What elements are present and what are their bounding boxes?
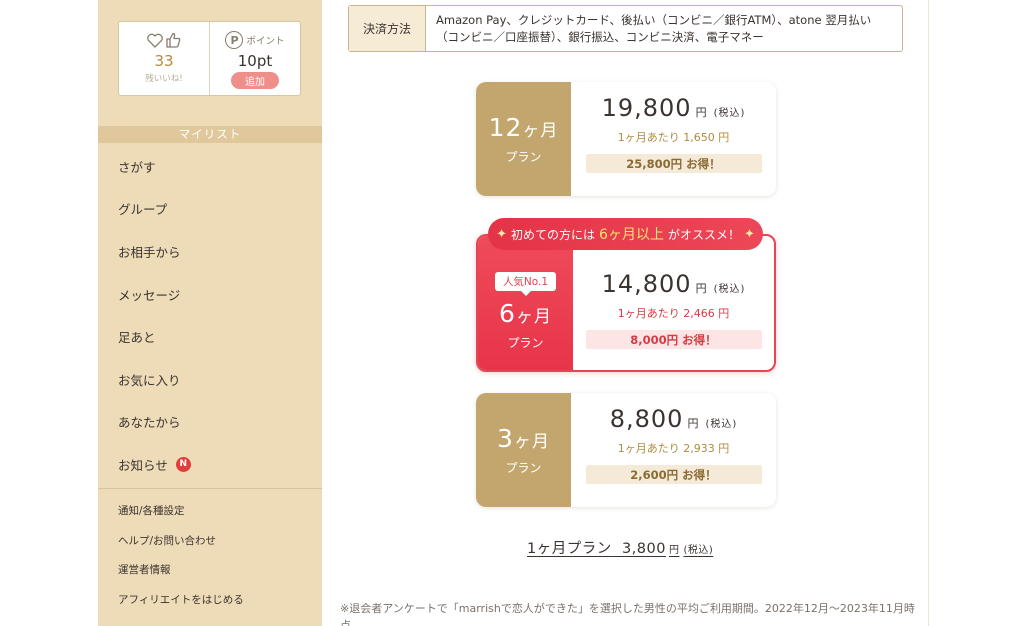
likes-panel[interactable]: 33 残いいね! bbox=[119, 22, 209, 95]
plan-price: 8,800 円 (税込) bbox=[609, 405, 738, 433]
points-panel: P ポイント 10pt 追加 bbox=[209, 22, 300, 95]
divider bbox=[98, 488, 322, 489]
plan-price-block: 14,800 円 (税込) 1ヶ月あたり 2,466 円 8,000円 お得！ bbox=[573, 236, 774, 370]
payment-methods-list: Amazon Pay、クレジットカード、後払い（コンビニ／銀行ATM）、aton… bbox=[436, 13, 872, 44]
plan-label-block: 人気No.1 6ヶ月 プラン bbox=[478, 236, 573, 370]
plan-savings: 25,800円 お得！ bbox=[585, 154, 762, 173]
sidebar-item-label: お知らせ bbox=[118, 457, 168, 473]
points-header: P ポイント bbox=[225, 30, 285, 50]
one-month-plan-link[interactable]: 1ヶ月プラン 3,800 円 (税込) bbox=[527, 537, 713, 558]
plan-word: プラン bbox=[505, 150, 542, 164]
sidebar-item-from-you[interactable]: あなたから bbox=[98, 401, 322, 444]
sidebar-item-favorites[interactable]: お気に入り bbox=[98, 358, 322, 401]
thumbs-up-icon bbox=[166, 32, 181, 48]
plan-per-month: 1ヶ月あたり 2,466 円 bbox=[617, 307, 730, 320]
link-help-contact[interactable]: ヘルプ/お問い合わせ bbox=[98, 526, 322, 556]
payment-methods-table: 決済方法 Amazon Pay、クレジットカード、後払い（コンビニ／銀行ATM）… bbox=[348, 5, 903, 52]
payment-methods-heading: 決済方法 bbox=[349, 6, 426, 51]
heart-icon bbox=[147, 33, 163, 48]
sidebar: 33 残いいね! P ポイント 10pt 追加 マイリスト さがす グループ お… bbox=[98, 0, 322, 626]
sidebar-item-label: さがす bbox=[118, 159, 156, 175]
point-icon: P bbox=[225, 31, 244, 49]
sidebar-item-label: 足あと bbox=[118, 330, 156, 346]
link-notification-settings[interactable]: 通知/各種設定 bbox=[98, 496, 322, 526]
sparkle-icon: ✦ bbox=[496, 226, 508, 242]
sidebar-item-messages[interactable]: メッセージ bbox=[98, 273, 322, 316]
sidebar-item-from-partner[interactable]: お相手から bbox=[98, 230, 322, 273]
likes-count: 33 bbox=[154, 52, 174, 70]
link-affiliate[interactable]: アフィリエイトをはじめる bbox=[98, 585, 322, 615]
points-label: ポイント bbox=[246, 36, 285, 47]
likes-caption: 残いいね! bbox=[145, 74, 183, 84]
plan-price-block: 8,800 円 (税込) 1ヶ月あたり 2,933 円 2,600円 お得！ bbox=[571, 393, 776, 507]
sidebar-item-label: メッセージ bbox=[118, 287, 181, 303]
add-points-button[interactable]: 追加 bbox=[231, 72, 279, 89]
plan-card-6-months[interactable]: 人気No.1 6ヶ月 プラン 14,800 円 (税込) 1ヶ月あたり 2,466 … bbox=[476, 234, 776, 372]
plan-card-12-months[interactable]: 12ヶ月 プラン 19,800 円 (税込) 1ヶ月あたり 1,650 円 25,8… bbox=[476, 82, 776, 196]
plan-duration: 6ヶ月 bbox=[499, 299, 552, 328]
plan-savings: 2,600円 お得！ bbox=[585, 465, 762, 484]
link-operator-info[interactable]: 運営者情報 bbox=[98, 555, 322, 585]
recommend-prefix: 初めての方には bbox=[511, 227, 596, 242]
plan-savings: 8,000円 お得！ bbox=[585, 330, 762, 349]
plan-card-3-months[interactable]: 3ヶ月 プラン 8,800 円 (税込) 1ヶ月あたり 2,933 円 2,600円… bbox=[476, 393, 776, 507]
new-badge: N bbox=[175, 456, 191, 472]
like-icons bbox=[147, 30, 181, 50]
stats-card: 33 残いいね! P ポイント 10pt 追加 bbox=[118, 21, 301, 96]
footnote: ※退会者アンケートで「marrishで恋人ができた」を選択した男性の平均ご利用期… bbox=[340, 602, 915, 626]
plan-duration: 12ヶ月 bbox=[488, 113, 559, 142]
sidebar-item-label: お気に入り bbox=[118, 372, 181, 388]
content-border bbox=[928, 0, 929, 626]
plan-label-block: 3ヶ月 プラン bbox=[476, 393, 571, 507]
recommend-highlight: 6ヶ月以上 bbox=[599, 227, 664, 243]
sidebar-subnav: 通知/各種設定 ヘルプ/お問い合わせ 運営者情報 アフィリエイトをはじめる bbox=[98, 496, 322, 614]
plan-price: 19,800 円 (税込) bbox=[601, 94, 746, 122]
plan-per-month: 1ヶ月あたり 1,650 円 bbox=[617, 131, 730, 144]
sidebar-item-label: あなたから bbox=[118, 415, 181, 431]
recommend-suffix: がオススメ！ bbox=[667, 227, 740, 242]
recommend-banner: ✦ 初めての方には 6ヶ月以上 がオススメ！ ✦ bbox=[488, 218, 763, 250]
sidebar-item-label: お相手から bbox=[118, 244, 181, 260]
plan-word: プラン bbox=[505, 461, 542, 475]
sidebar-item-search[interactable]: さがす bbox=[98, 145, 322, 188]
plan-price: 14,800 円 (税込) bbox=[601, 270, 746, 298]
sidebar-nav: さがす グループ お相手から メッセージ 足あと お気に入り あなたから お知ら… bbox=[98, 145, 322, 486]
plan-word: プラン bbox=[507, 336, 544, 350]
plan-per-month: 1ヶ月あたり 2,933 円 bbox=[617, 442, 730, 455]
sidebar-item-group[interactable]: グループ bbox=[98, 188, 322, 231]
sparkle-icon: ✦ bbox=[743, 226, 755, 242]
plan-duration: 3ヶ月 bbox=[497, 424, 550, 453]
sidebar-item-notifications[interactable]: お知らせ N bbox=[98, 443, 322, 486]
plan-label-block: 12ヶ月 プラン bbox=[476, 82, 571, 196]
sidebar-item-label: グループ bbox=[118, 202, 168, 218]
mylist-heading: マイリスト bbox=[98, 126, 322, 143]
sidebar-item-footprints[interactable]: 足あと bbox=[98, 315, 322, 358]
popular-badge: 人気No.1 bbox=[494, 272, 557, 296]
plan-price-block: 19,800 円 (税込) 1ヶ月あたり 1,650 円 25,800円 お得！ bbox=[571, 82, 776, 196]
points-value: 10pt bbox=[237, 52, 273, 70]
